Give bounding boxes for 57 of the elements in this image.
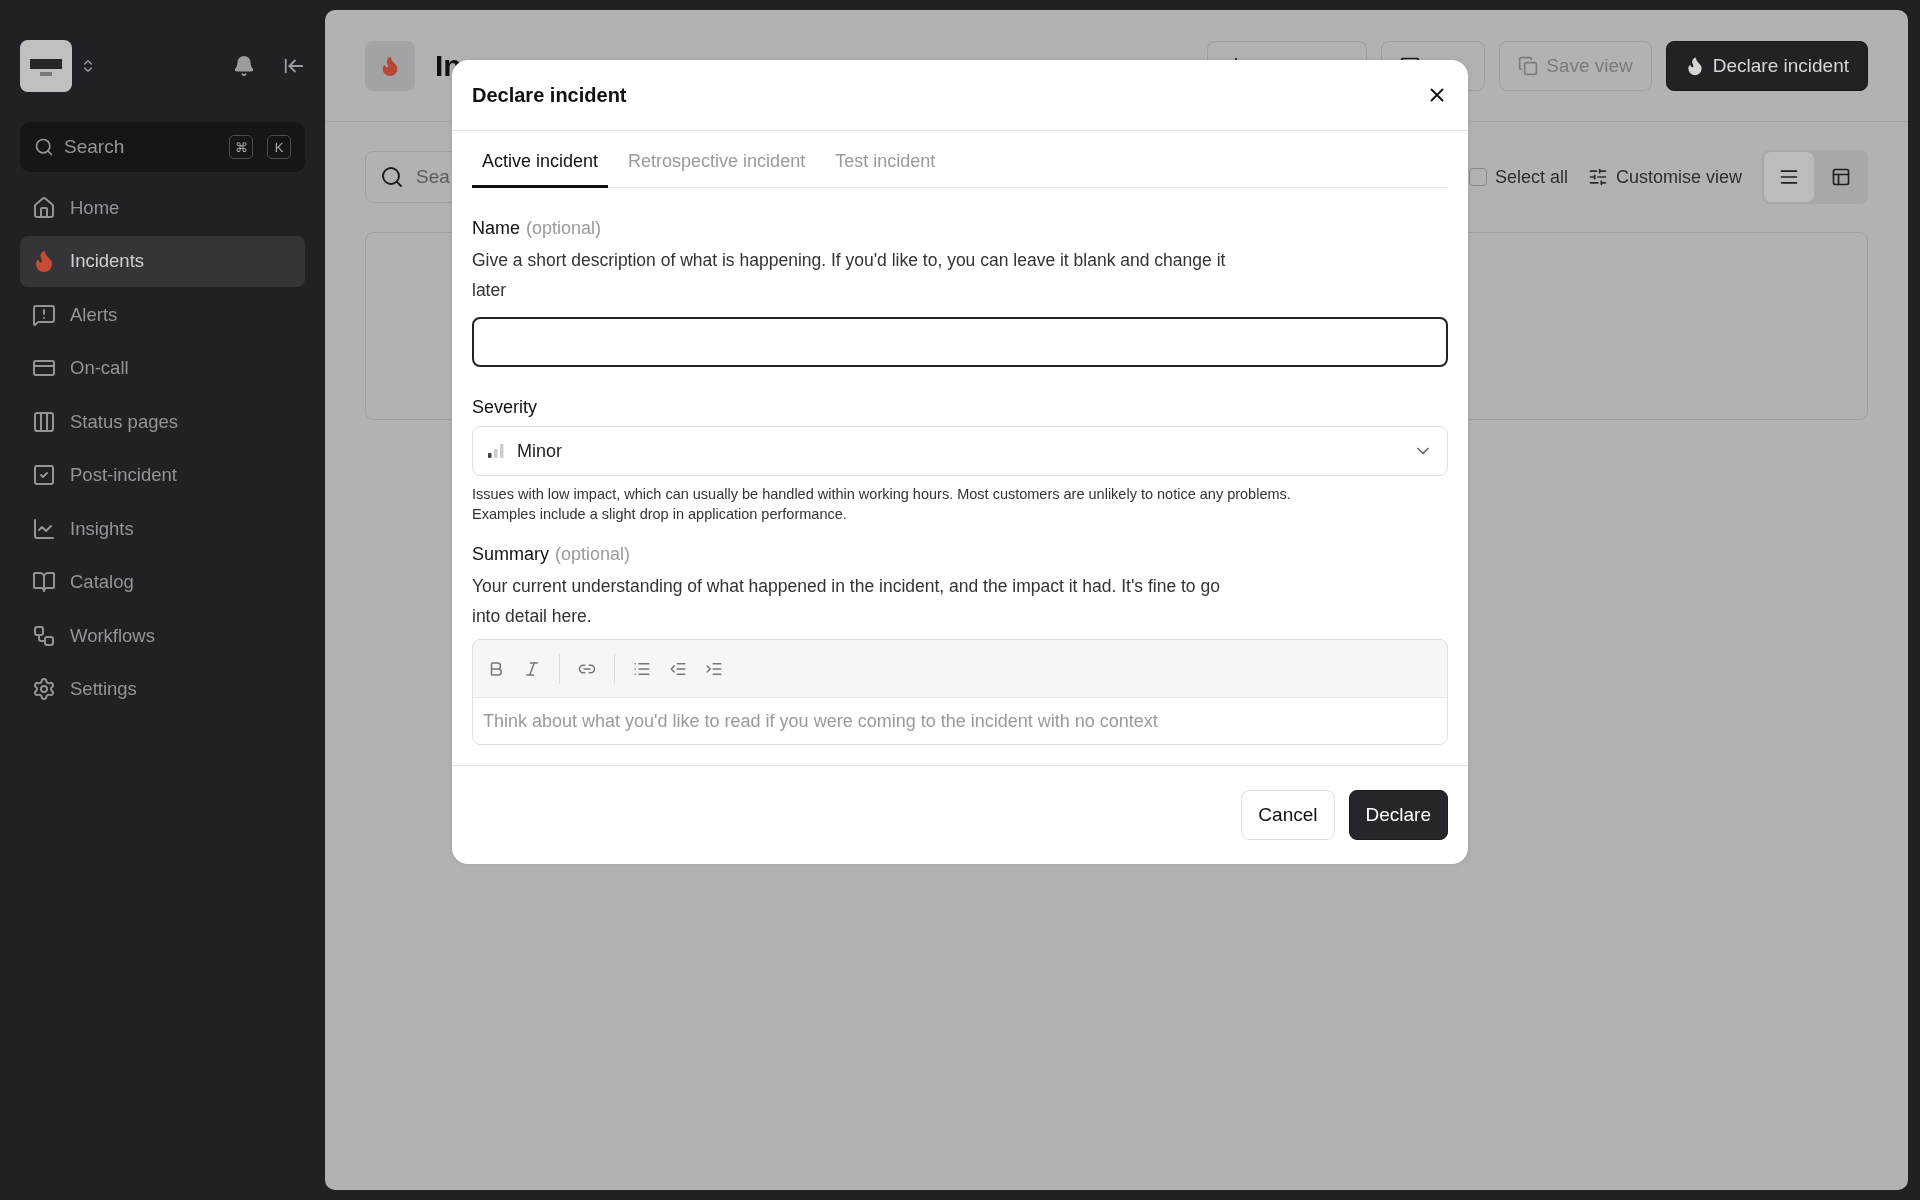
nav-item[interactable]: Home	[20, 182, 305, 233]
warning-icon	[32, 302, 56, 327]
search-icon	[380, 165, 404, 189]
checkbox-icon	[32, 463, 56, 487]
italic-icon[interactable]	[523, 659, 541, 678]
customise-view-button[interactable]: Customise view	[1587, 166, 1742, 188]
nav-item[interactable]: Post-incident	[20, 449, 305, 501]
nav-item[interactable]: Insights	[20, 503, 305, 554]
shortcut-key: ⌘	[229, 135, 253, 159]
nav-item[interactable]: Status pages	[20, 396, 305, 447]
tab[interactable]: Active incident	[472, 151, 609, 188]
optional-hint: (optional)	[526, 218, 602, 239]
board-icon	[1831, 167, 1851, 187]
chart-icon	[32, 516, 56, 541]
signal-icon	[487, 443, 505, 459]
optional-hint: (optional)	[555, 544, 631, 565]
list-view-button[interactable]	[1764, 152, 1814, 202]
nav-item[interactable]: Alerts	[20, 289, 305, 340]
nav-item[interactable]: Catalog	[20, 556, 305, 608]
workflow-icon	[32, 623, 56, 648]
help-text: Give a short description of what is happening. If you'd like to, you can leave it blank and change it	[472, 249, 1227, 272]
field-label: Summary	[472, 544, 549, 565]
sliders-icon	[1587, 167, 1608, 187]
house-icon	[32, 195, 56, 220]
search-placeholder: Sea	[416, 166, 450, 188]
help-text: Your current understanding of what happened in the incident, and the impact it had. It's fine to go	[472, 575, 1221, 598]
book-icon	[32, 570, 56, 594]
tab[interactable]: Test incident	[825, 151, 946, 188]
help-text: later	[472, 279, 508, 302]
nav-item[interactable]: On-call	[20, 342, 305, 394]
search-icon	[34, 137, 54, 157]
list-icon	[1779, 167, 1799, 187]
columns-icon	[32, 409, 56, 434]
nav-item[interactable]: Settings	[20, 663, 305, 715]
field-label: Severity	[472, 397, 538, 418]
search-placeholder: Search	[64, 136, 126, 158]
settings-icon	[32, 677, 56, 701]
shortcut-key: K	[267, 135, 291, 159]
dialog-title: Declare incident	[472, 83, 627, 107]
field-label: Name	[472, 218, 520, 239]
nav-item[interactable]: Workflows	[20, 610, 305, 661]
severity-description: Examples include a slight drop in application performance.	[472, 505, 848, 524]
nav-item[interactable]: Incidents	[20, 235, 305, 287]
search-field[interactable]: Search ⌘ K	[20, 122, 305, 172]
select-all-label: Select all	[1494, 166, 1568, 188]
bell-icon[interactable]	[233, 55, 255, 77]
copy-icon	[1518, 55, 1539, 76]
workspace-logo[interactable]	[20, 40, 72, 92]
help-text: into detail here.	[472, 605, 593, 628]
declare-button[interactable]: Declare incident	[1665, 40, 1868, 91]
declare-button[interactable]: Declare	[1348, 790, 1448, 840]
severity-description: Issues with low impact, which can usually be handled within working hours. Most customers are unlikely to notice any problems.	[472, 485, 1292, 504]
tab[interactable]: Retrospective incident	[618, 151, 816, 188]
cancel-button[interactable]: Cancel	[1241, 790, 1335, 840]
summary-input[interactable]: Think about what you'd like to read if you were coming to the incident with no context	[473, 698, 1447, 744]
severity-select[interactable]: Minor	[472, 426, 1448, 476]
name-input[interactable]	[472, 317, 1448, 367]
